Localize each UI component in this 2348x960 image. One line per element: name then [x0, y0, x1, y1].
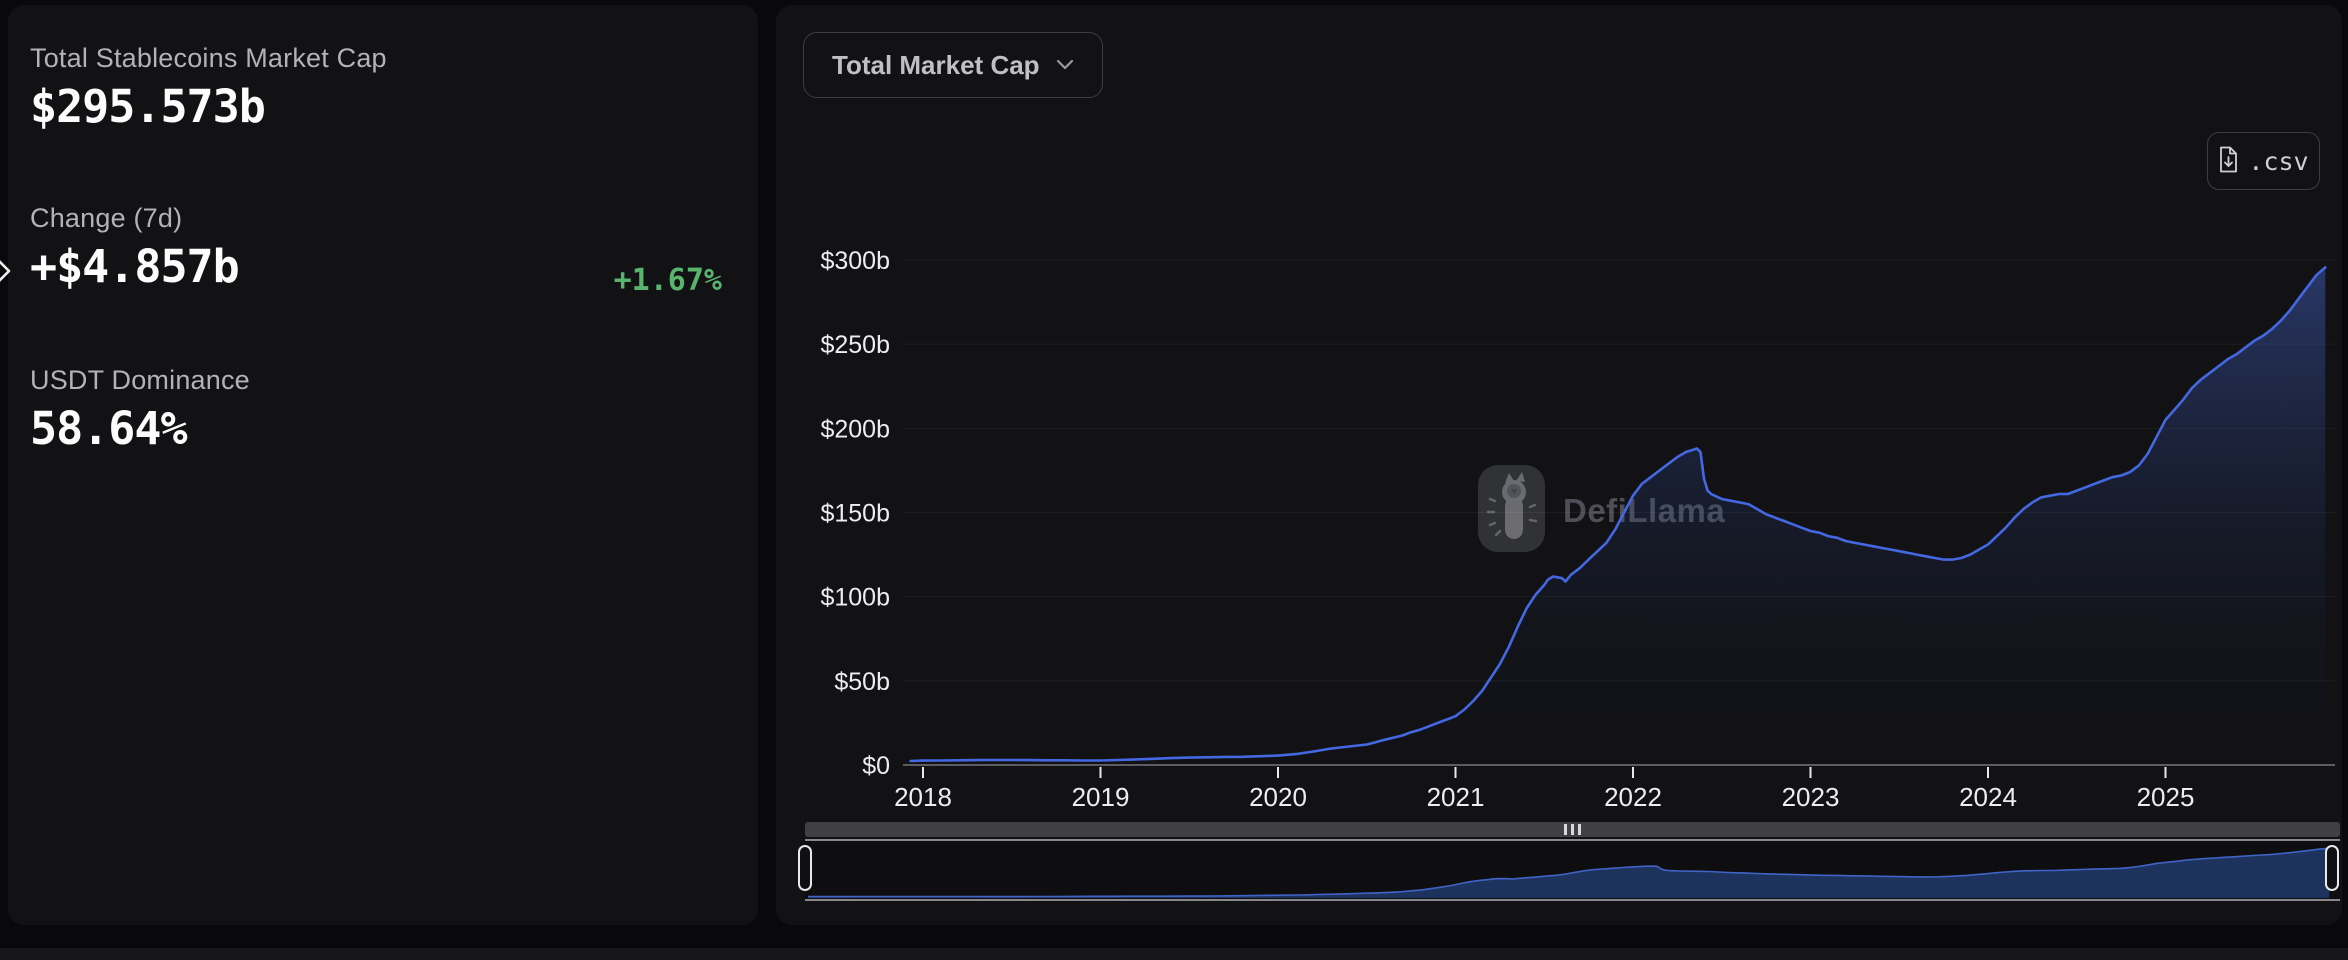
change-7d-percent: +1.67%: [613, 263, 722, 298]
total-market-cap-stat: Total Stablecoins Market Cap $295.573b: [30, 43, 387, 133]
next-section-edge: [0, 948, 2348, 960]
svg-text:2023: 2023: [1782, 782, 1840, 810]
svg-text:2024: 2024: [1959, 782, 2017, 810]
change-7d-label: Change (7d): [30, 203, 183, 233]
svg-text:$300b: $300b: [820, 250, 890, 275]
chart-panel: Total Market Cap .csv $0 $50b $100b $150…: [776, 5, 2342, 925]
svg-text:2025: 2025: [2137, 782, 2195, 810]
svg-text:$150b: $150b: [820, 500, 890, 528]
usdt-dominance-stat: USDT Dominance 58.64%: [30, 365, 250, 455]
total-market-cap-label: Total Stablecoins Market Cap: [30, 43, 387, 73]
stablecoins-dashboard: { "left_panel": { "stats": [ { "label": …: [0, 0, 2348, 960]
metric-dropdown-label: Total Market Cap: [832, 49, 1040, 80]
navigator-mini-chart: [808, 847, 2330, 898]
svg-text:2018: 2018: [894, 782, 952, 810]
metric-dropdown-button[interactable]: Total Market Cap: [803, 32, 1103, 98]
total-market-cap-value: $295.573b: [30, 80, 266, 133]
svg-text:2022: 2022: [1604, 782, 1662, 810]
chevron-right-icon: [0, 258, 12, 289]
brush-grip-icon[interactable]: [1564, 824, 1581, 835]
svg-text:$200b: $200b: [820, 415, 890, 443]
file-download-icon: [2218, 146, 2239, 176]
svg-text:$0: $0: [862, 752, 890, 780]
brush-handle-right[interactable]: [2325, 845, 2339, 891]
csv-button-label: .csv: [2248, 146, 2309, 176]
svg-text:$250b: $250b: [820, 331, 890, 359]
stablecoin-marketcap-area-chart[interactable]: $0 $50b $100b $150b $200b $250b $300b 2018 2019 2…: [790, 250, 2348, 810]
usdt-dominance-value: 58.64%: [30, 402, 188, 455]
svg-text:$50b: $50b: [834, 668, 890, 696]
svg-text:2019: 2019: [1072, 782, 1130, 810]
svg-text:2020: 2020: [1249, 782, 1307, 810]
svg-text:$100b: $100b: [820, 584, 890, 612]
svg-text:2021: 2021: [1427, 782, 1485, 810]
chevron-down-icon: [1056, 58, 1074, 73]
brush-handle-left[interactable]: [798, 845, 812, 891]
download-csv-button[interactable]: .csv: [2207, 132, 2320, 190]
sidebar-expand-toggle[interactable]: [0, 255, 22, 291]
brush-scrollbar-track[interactable]: [805, 822, 2340, 837]
change-7d-value: +$4.857b: [30, 240, 240, 293]
brush-navigator[interactable]: [805, 839, 2340, 901]
usdt-dominance-label: USDT Dominance: [30, 365, 250, 395]
stats-panel: Total Stablecoins Market Cap $295.573b C…: [8, 5, 758, 925]
change-7d-stat: Change (7d) +$4.857b: [30, 203, 240, 293]
